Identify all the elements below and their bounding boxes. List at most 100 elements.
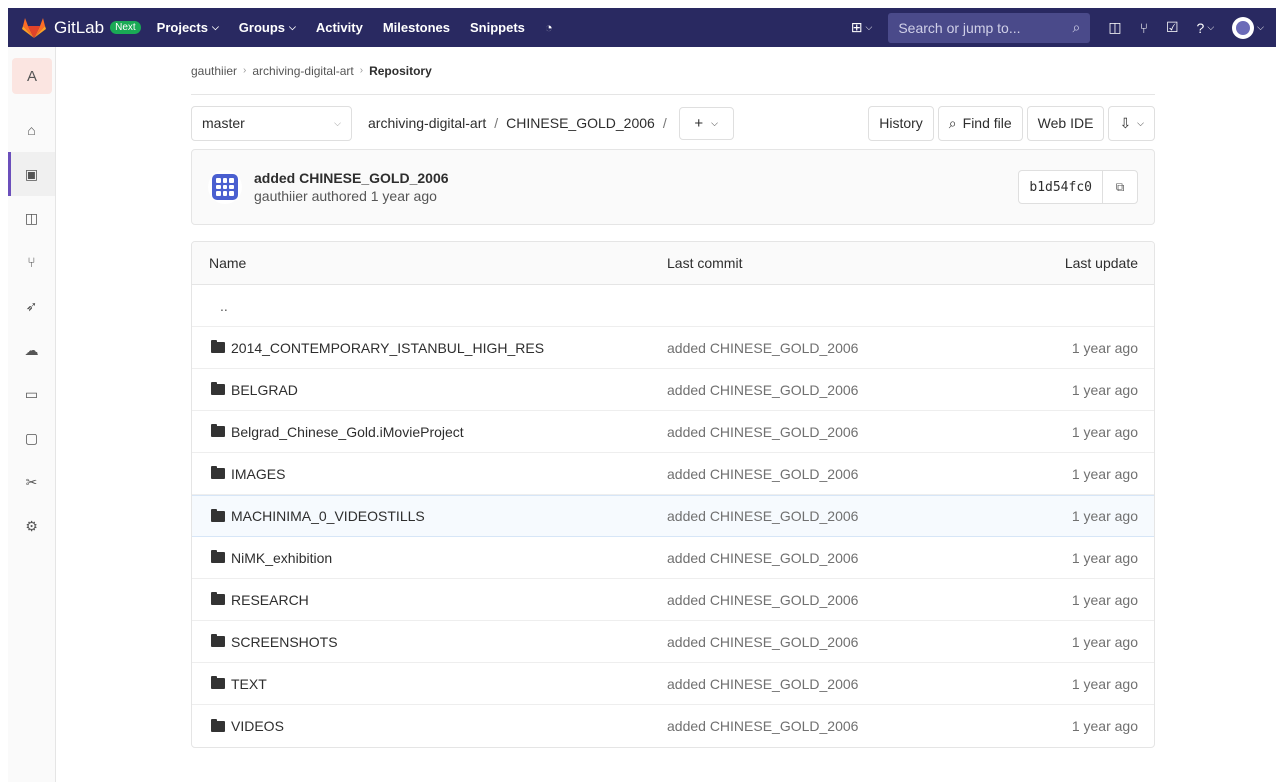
repository-icon[interactable]: ▣ [8, 152, 55, 196]
breadcrumb-current[interactable]: Repository [369, 64, 432, 78]
nav-snippets[interactable]: Snippets [470, 20, 525, 35]
breadcrumb-project[interactable]: archiving-digital-art [252, 64, 353, 78]
brand[interactable]: GitLab Next [8, 8, 141, 47]
path-project-link[interactable]: archiving-digital-art [368, 115, 486, 131]
folder-icon [211, 550, 225, 563]
nav-groups[interactable]: Groups ⌵ [239, 20, 296, 35]
main-content: gauthiier › archiving-digital-art › Repo… [191, 47, 1155, 748]
merge-requests-icon[interactable]: ⑂ [8, 240, 55, 284]
ci-cd-icon[interactable]: ➶ [8, 284, 55, 328]
avatar[interactable] [208, 170, 242, 204]
environments-icon[interactable]: ▭ [8, 372, 55, 416]
parent-dir-link[interactable]: .. [192, 298, 667, 314]
commit-message-cell[interactable]: added CHINESE_GOLD_2006 [667, 676, 1007, 692]
folder-link[interactable]: IMAGES [231, 466, 285, 482]
settings-icon[interactable]: ⚙ [8, 504, 55, 548]
operations-icon[interactable]: ☁ [8, 328, 55, 372]
commit-message-cell[interactable]: added CHINESE_GOLD_2006 [667, 508, 1007, 524]
folder-link[interactable]: Belgrad_Chinese_Gold.iMovieProject [231, 424, 464, 440]
todos-icon[interactable]: ☑ [1166, 19, 1179, 36]
performance-bar-icon[interactable]: ◔ [545, 20, 553, 35]
web-ide-button[interactable]: Web IDE [1026, 105, 1105, 141]
folder-link[interactable]: TEXT [231, 676, 267, 692]
home-icon[interactable]: ⌂ [8, 108, 55, 152]
file-tree-table: Name Last commit Last update .. 2014_CON… [191, 241, 1155, 748]
folder-link[interactable]: MACHINIMA_0_VIDEOSTILLS [231, 508, 425, 524]
last-update-cell: 1 year ago [1071, 381, 1138, 398]
file-name-cell: 2014_CONTEMPORARY_ISTANBUL_HIGH_RES [192, 340, 667, 356]
table-row[interactable]: VIDEOS added CHINESE_GOLD_2006 1 year ago [192, 705, 1154, 747]
user-avatar[interactable]: ⌵ [1232, 16, 1264, 39]
column-name-header: Name [209, 255, 247, 271]
table-row[interactable]: BELGRAD added CHINESE_GOLD_2006 1 year ago [192, 369, 1154, 411]
column-update-header: Last update [1064, 255, 1138, 271]
add-to-tree-button[interactable]: + ⌵ [678, 106, 734, 140]
history-button[interactable]: History [868, 105, 934, 141]
last-update-cell: 1 year ago [1071, 423, 1138, 440]
commit-meta: gauthiier authored 1 year ago [254, 188, 437, 204]
folder-link[interactable]: SCREENSHOTS [231, 634, 338, 650]
new-item-icon[interactable]: ⊞ ⌵ [851, 19, 873, 36]
commit-message-cell[interactable]: added CHINESE_GOLD_2006 [667, 592, 1007, 608]
folder-icon [211, 340, 225, 353]
next-badge[interactable]: Next [110, 21, 141, 34]
merge-requests-icon[interactable]: ⑂ [1140, 20, 1148, 36]
file-name-cell: NiMK_exhibition [192, 550, 667, 566]
table-row[interactable]: Belgrad_Chinese_Gold.iMovieProject added … [192, 411, 1154, 453]
search-input[interactable]: Search or jump to... ⌕ [888, 12, 1091, 43]
table-row[interactable]: RESEARCH added CHINESE_GOLD_2006 1 year ag… [192, 579, 1154, 621]
help-icon[interactable]: ? ⌵ [1197, 20, 1215, 36]
folder-link[interactable]: BELGRAD [231, 382, 298, 398]
table-row[interactable]: MACHINIMA_0_VIDEOSTILLS added CHINESE_GOL… [192, 495, 1154, 537]
gitlab-logo-icon [22, 17, 46, 38]
folder-link[interactable]: NiMK_exhibition [231, 550, 332, 566]
wiki-icon[interactable]: ▢ [8, 416, 55, 460]
table-row[interactable]: SCREENSHOTS added CHINESE_GOLD_2006 1 year… [192, 621, 1154, 663]
find-file-button[interactable]: ⌕ Find file [937, 105, 1023, 141]
commit-message-cell[interactable]: added CHINESE_GOLD_2006 [667, 424, 1007, 440]
commit-message-cell[interactable]: added CHINESE_GOLD_2006 [667, 550, 1007, 566]
parent-dir-row[interactable]: .. [192, 285, 1154, 327]
commit-sha[interactable]: b1d54fc0 [1019, 171, 1103, 203]
commit-sha-group: b1d54fc0 ⧉ [1018, 170, 1138, 204]
copy-icon[interactable]: ⧉ [1103, 171, 1137, 203]
folder-icon [211, 508, 225, 522]
commit-message-cell[interactable]: added CHINESE_GOLD_2006 [667, 634, 1007, 650]
nav-projects[interactable]: Projects ⌵ [157, 20, 219, 35]
chevron-down-icon: ⌵ [289, 22, 296, 32]
table-row[interactable]: NiMK_exhibition added CHINESE_GOLD_2006 1 … [192, 537, 1154, 579]
repo-path: archiving-digital-art / CHINESE_GOLD_200… [368, 115, 675, 131]
path-folder-link[interactable]: CHINESE_GOLD_2006 [506, 115, 655, 131]
commit-message-cell[interactable]: added CHINESE_GOLD_2006 [667, 466, 1007, 482]
nav-activity[interactable]: Activity [316, 20, 363, 35]
table-row[interactable]: TEXT added CHINESE_GOLD_2006 1 year ago [192, 663, 1154, 705]
table-header: Name Last commit Last update [192, 242, 1154, 285]
file-name-cell: SCREENSHOTS [192, 634, 667, 650]
avatar-icon [1232, 16, 1255, 39]
issues-icon[interactable]: ◫ [1108, 19, 1121, 36]
folder-link[interactable]: VIDEOS [231, 718, 284, 734]
table-row[interactable]: IMAGES added CHINESE_GOLD_2006 1 year ago [192, 453, 1154, 495]
folder-icon [211, 466, 225, 479]
breadcrumb-user[interactable]: gauthiier [191, 64, 237, 78]
issues-icon[interactable]: ◫ [8, 196, 55, 240]
commit-message-cell[interactable]: added CHINESE_GOLD_2006 [667, 340, 1007, 356]
search-placeholder: Search or jump to... [898, 19, 1021, 36]
branch-select[interactable]: master ⌵ [191, 105, 352, 141]
breadcrumb-separator: › [359, 65, 364, 76]
project-avatar[interactable]: A [12, 58, 52, 94]
file-name-cell: IMAGES [192, 466, 667, 482]
commit-title[interactable]: added CHINESE_GOLD_2006 [254, 170, 449, 186]
snippets-icon[interactable]: ✂ [8, 460, 55, 504]
folder-link[interactable]: RESEARCH [231, 592, 309, 608]
download-button[interactable]: ⇩ ⌵ [1108, 105, 1155, 141]
folder-link[interactable]: 2014_CONTEMPORARY_ISTANBUL_HIGH_RES [231, 340, 544, 356]
table-row[interactable]: 2014_CONTEMPORARY_ISTANBUL_HIGH_RES added… [192, 327, 1154, 369]
commit-message-cell[interactable]: added CHINESE_GOLD_2006 [667, 382, 1007, 398]
commit-message-cell[interactable]: added CHINESE_GOLD_2006 [667, 718, 1007, 734]
path-separator: / [662, 115, 667, 131]
last-update-cell: 1 year ago [1071, 549, 1138, 566]
project-sidebar: A ⌂ ▣ ◫ ⑂ ➶ ☁ ▭ ▢ ✂ ⚙ [8, 47, 56, 782]
nav-milestones[interactable]: Milestones [383, 20, 450, 35]
chevron-down-icon: ⌵ [711, 117, 718, 128]
